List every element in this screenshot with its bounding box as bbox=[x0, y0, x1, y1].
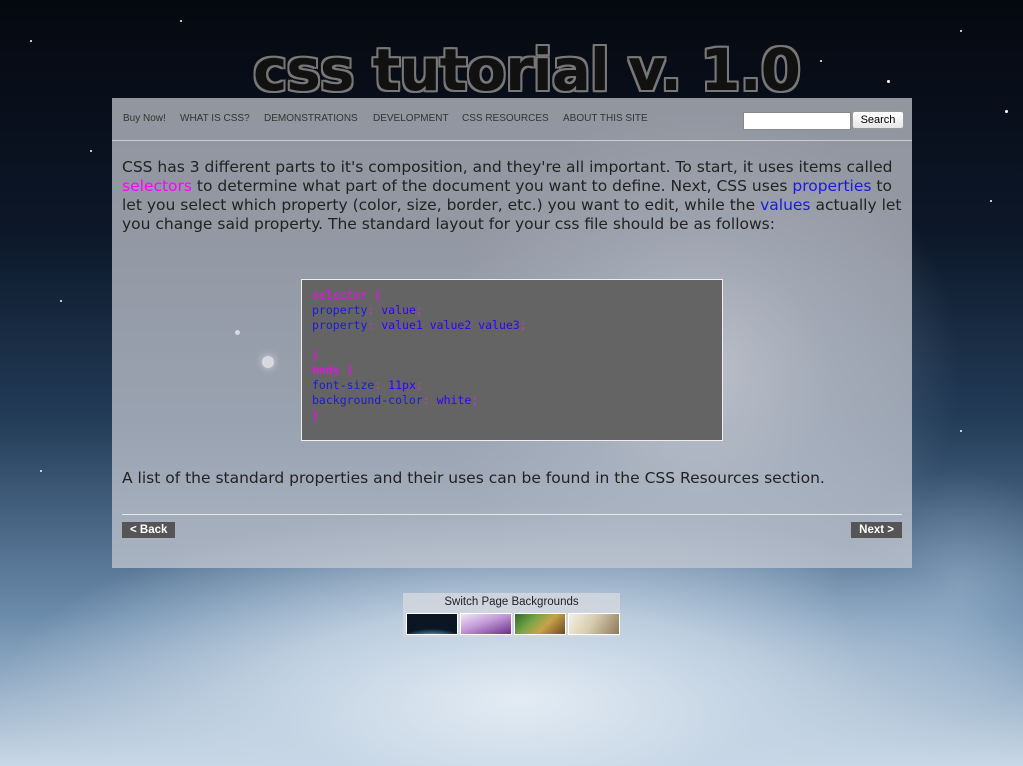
code-line: font-size: 11px; bbox=[312, 378, 712, 393]
code-value: 11px bbox=[388, 378, 416, 392]
code-line: property: value1 value2 value3; bbox=[312, 318, 712, 333]
selectors-term: selectors bbox=[122, 177, 192, 195]
back-button[interactable]: < Back bbox=[122, 522, 176, 538]
switcher-title: Switch Page Backgrounds bbox=[444, 596, 579, 608]
background-thumbnail-beige[interactable] bbox=[568, 613, 620, 635]
code-brace: { bbox=[339, 363, 354, 377]
code-brace: } bbox=[312, 408, 319, 422]
code-value: value1 value2 value3 bbox=[381, 318, 520, 332]
star bbox=[887, 80, 890, 83]
code-value: value bbox=[381, 303, 416, 317]
code-line: background-color: white; bbox=[312, 393, 712, 408]
intro-text: CSS has 3 different parts to it's compos… bbox=[122, 158, 893, 176]
code-line: selector { bbox=[312, 288, 712, 303]
code-property: font-size bbox=[312, 378, 375, 392]
star bbox=[30, 40, 32, 42]
properties-term: properties bbox=[792, 177, 872, 195]
code-brace: { bbox=[367, 288, 382, 302]
star bbox=[40, 470, 42, 472]
nav-css-resources[interactable]: CSS RESOURCES bbox=[462, 113, 549, 124]
code-semicolon: ; bbox=[415, 303, 423, 317]
background-thumbnail-purple[interactable] bbox=[460, 613, 512, 635]
nav-what-is-css[interactable]: WHAT IS CSS? bbox=[180, 113, 250, 124]
star bbox=[960, 430, 962, 432]
nav-development[interactable]: DEVELOPMENT bbox=[373, 113, 449, 124]
star bbox=[180, 20, 182, 22]
star bbox=[90, 150, 92, 152]
search-input[interactable] bbox=[743, 112, 851, 130]
divider bbox=[122, 514, 902, 515]
star bbox=[1005, 110, 1008, 113]
code-property: property bbox=[312, 318, 368, 332]
intro-paragraph: CSS has 3 different parts to it's compos… bbox=[122, 158, 902, 234]
code-selector: selector bbox=[312, 288, 368, 302]
star bbox=[60, 300, 62, 302]
code-colon: : bbox=[422, 393, 437, 407]
code-line: } bbox=[312, 348, 712, 363]
search-button[interactable]: Search bbox=[852, 111, 904, 129]
nav-demonstrations[interactable]: DEMONSTRATIONS bbox=[264, 113, 358, 124]
outro-paragraph: A list of the standard properties and th… bbox=[122, 469, 825, 487]
code-line: body { bbox=[312, 363, 712, 378]
star bbox=[990, 200, 992, 202]
code-semicolon: ; bbox=[471, 393, 479, 407]
code-line: } bbox=[312, 408, 712, 423]
code-value: white bbox=[436, 393, 472, 407]
code-selector: body bbox=[312, 363, 340, 377]
nav-buy-now[interactable]: Buy Now! bbox=[123, 113, 166, 124]
content-panel: Buy Now! WHAT IS CSS? DEMONSTRATIONS DEV… bbox=[112, 98, 912, 568]
next-button[interactable]: Next > bbox=[851, 522, 902, 538]
code-colon: : bbox=[374, 378, 389, 392]
values-term: values bbox=[760, 196, 811, 214]
background-switcher: Switch Page Backgrounds bbox=[403, 593, 620, 637]
top-navigation: Buy Now! WHAT IS CSS? DEMONSTRATIONS DEV… bbox=[112, 98, 912, 141]
site-title: css tutorial v. 1.0 bbox=[253, 36, 801, 104]
code-property: background-color bbox=[312, 393, 423, 407]
background-thumbnail-space[interactable] bbox=[406, 613, 458, 635]
code-brace: } bbox=[312, 348, 319, 362]
star bbox=[960, 30, 962, 32]
intro-text: to determine what part of the document y… bbox=[192, 177, 793, 195]
code-colon: : bbox=[367, 303, 382, 317]
code-property: property bbox=[312, 303, 368, 317]
code-line: property: value; bbox=[312, 303, 712, 318]
code-example: selector { property: value; property: va… bbox=[301, 279, 723, 441]
background-thumbnail-green[interactable] bbox=[514, 613, 566, 635]
code-colon: : bbox=[367, 318, 382, 332]
star bbox=[820, 60, 822, 62]
nav-about-this-site[interactable]: ABOUT THIS SITE bbox=[563, 113, 648, 124]
code-semicolon: ; bbox=[415, 378, 423, 392]
code-semicolon: ; bbox=[519, 318, 527, 332]
